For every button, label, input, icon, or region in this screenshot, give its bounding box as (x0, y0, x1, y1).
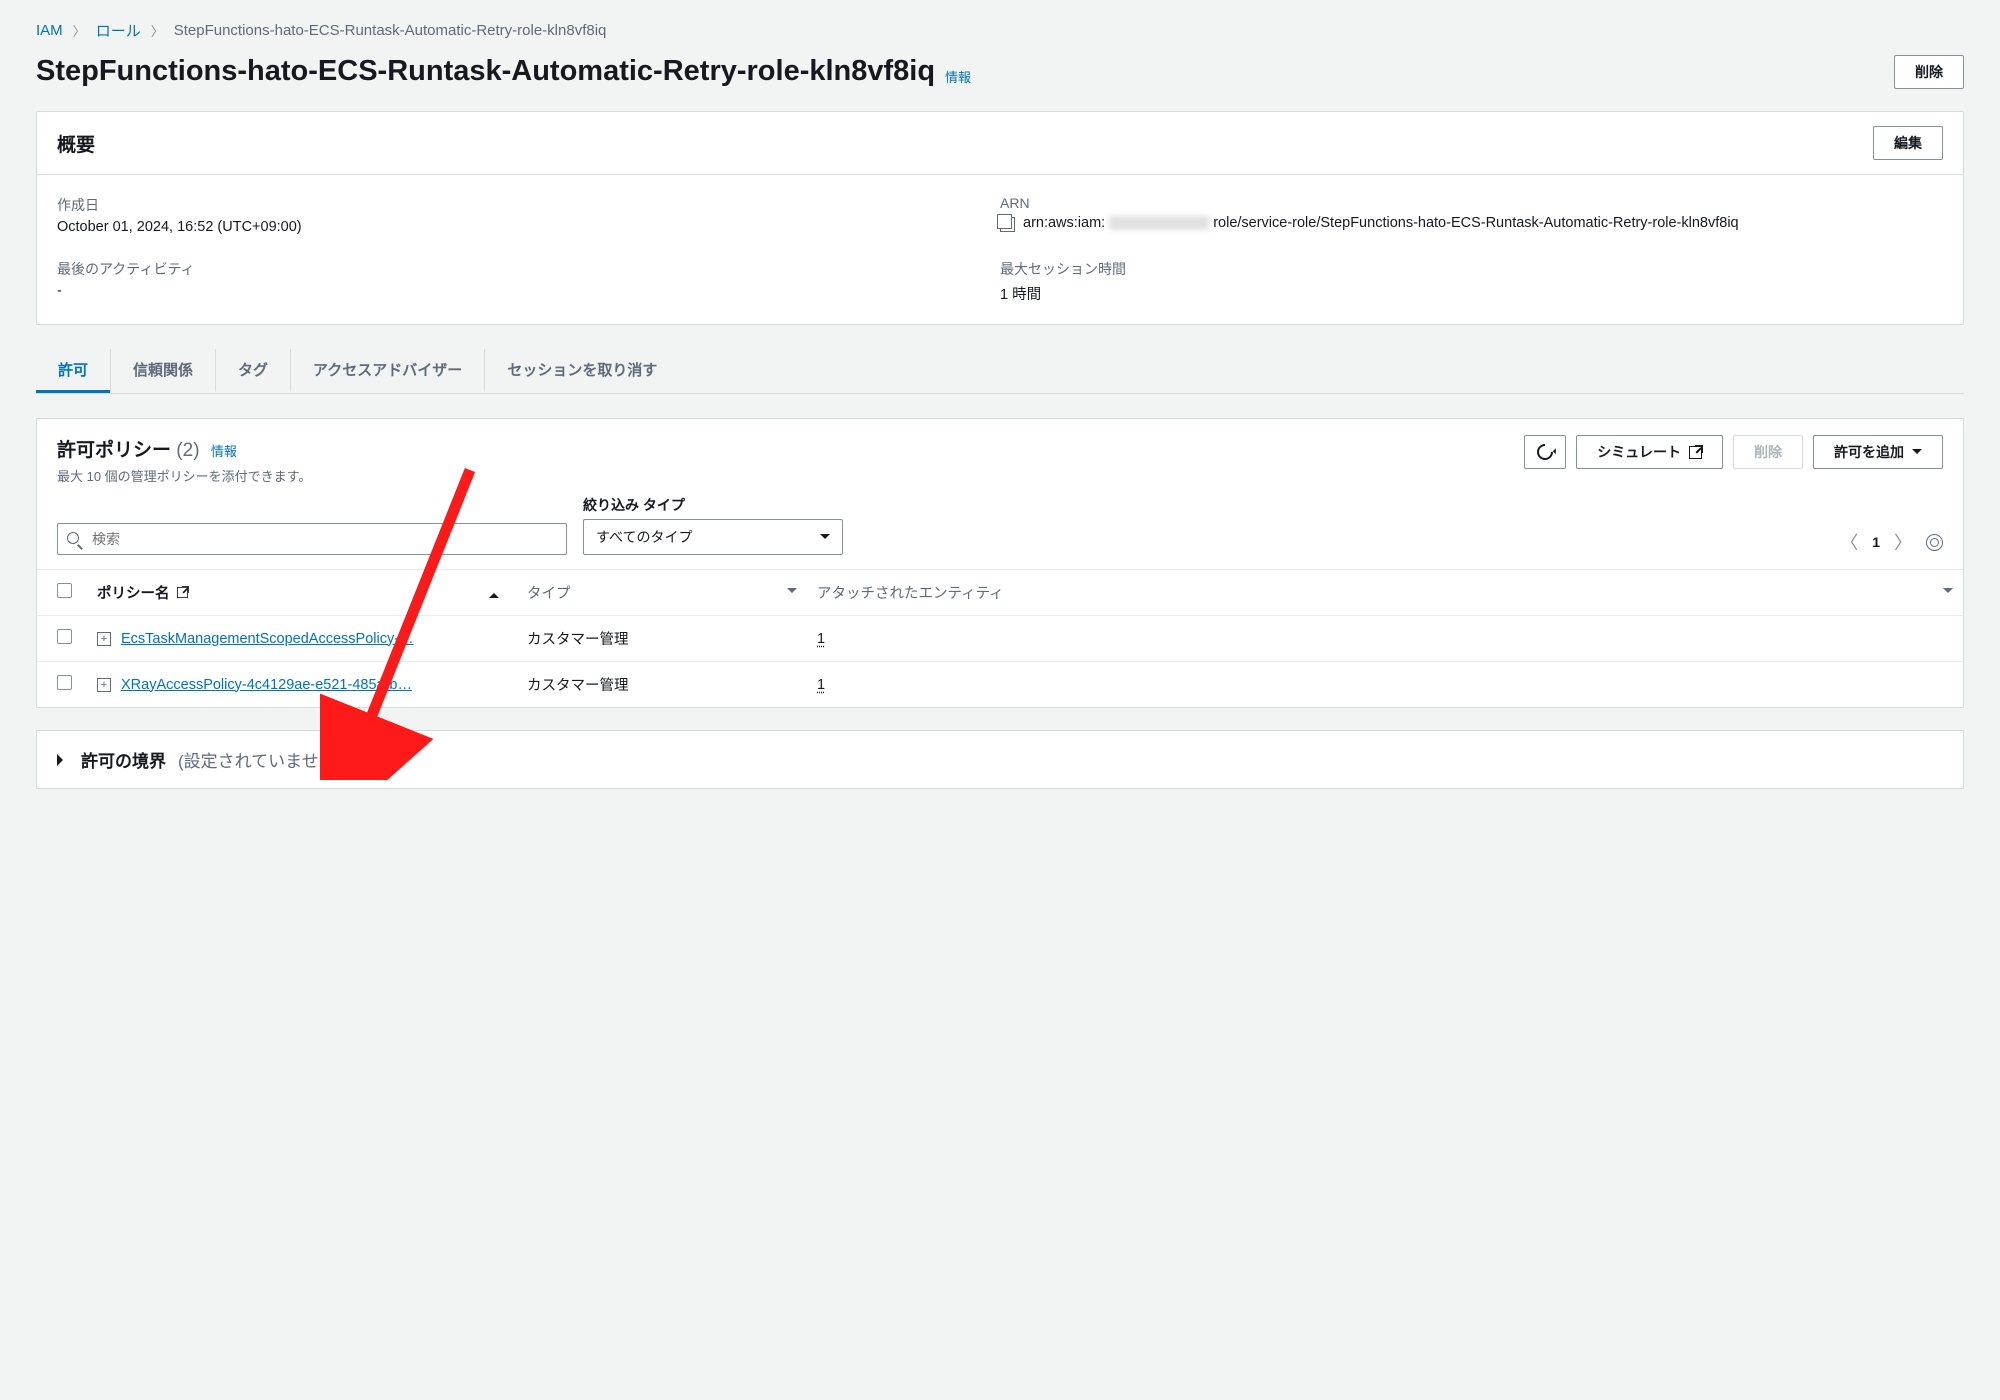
select-all-checkbox[interactable] (57, 583, 72, 598)
copy-icon[interactable] (1000, 217, 1015, 232)
arn-label: ARN (1000, 195, 1943, 211)
chevron-down-icon (1912, 449, 1922, 459)
expand-icon[interactable]: + (97, 632, 111, 646)
created-label: 作成日 (57, 195, 1000, 215)
policy-type: カスタマー管理 (517, 662, 807, 708)
add-permission-button[interactable]: 許可を追加 (1813, 435, 1943, 469)
policies-table: ポリシー名 タイプ アタッチされたエンティティ (37, 569, 1963, 707)
policy-link[interactable]: EcsTaskManagementScopedAccessPolicy-… (121, 631, 414, 647)
tab-access-advisor[interactable]: アクセスアドバイザー (290, 349, 484, 393)
breadcrumb: IAM 〉 ロール 〉 StepFunctions-hato-ECS-Runta… (36, 20, 1964, 41)
row-checkbox[interactable] (57, 629, 72, 644)
summary-panel: 概要 編集 作成日 October 01, 2024, 16:52 (UTC+0… (36, 111, 1964, 325)
breadcrumb-current: StepFunctions-hato-ECS-Runtask-Automatic… (174, 22, 607, 39)
tab-permissions[interactable]: 許可 (36, 349, 110, 393)
tab-revoke-sessions[interactable]: セッションを取り消す (484, 349, 679, 393)
chevron-down-icon (820, 534, 830, 544)
policy-search-input[interactable] (57, 523, 567, 555)
policies-subtitle: 最大 10 個の管理ポリシーを添付できます。 (57, 466, 311, 485)
policies-heading: 許可ポリシー (57, 440, 171, 461)
last-activity-label: 最後のアクティビティ (57, 259, 1000, 279)
delete-role-button[interactable]: 削除 (1894, 55, 1964, 89)
chevron-down-icon (1943, 588, 1953, 598)
table-row: + EcsTaskManagementScopedAccessPolicy-… カ… (37, 616, 1963, 662)
refresh-icon (1534, 441, 1557, 464)
max-session-value: 1 時間 (1000, 283, 1943, 304)
refresh-button[interactable] (1524, 435, 1566, 469)
page-title: StepFunctions-hato-ECS-Runtask-Automatic… (36, 55, 935, 87)
info-link[interactable]: 情報 (945, 70, 971, 85)
caret-right-icon (57, 754, 69, 766)
breadcrumb-roles[interactable]: ロール (96, 20, 141, 41)
page-number: 1 (1872, 534, 1880, 550)
simulate-button[interactable]: シミュレート (1576, 435, 1723, 469)
last-activity-value: - (57, 283, 1000, 299)
breadcrumb-iam[interactable]: IAM (36, 22, 63, 39)
sort-asc-icon (489, 588, 499, 598)
chevron-right-icon: 〉 (151, 21, 164, 40)
chevron-down-icon (787, 588, 797, 598)
redacted-account (1109, 216, 1209, 230)
summary-heading: 概要 (57, 130, 95, 157)
policy-link[interactable]: XRayAccessPolicy-4c4129ae-e521-485a-b… (121, 677, 412, 693)
arn-value: arn:aws:iam:role/service-role/StepFuncti… (1023, 215, 1739, 231)
boundary-title: 許可の境界 (81, 747, 166, 772)
row-checkbox[interactable] (57, 675, 72, 690)
external-link-icon (176, 587, 187, 598)
policies-info-link[interactable]: 情報 (211, 444, 237, 459)
created-value: October 01, 2024, 16:52 (UTC+09:00) (57, 219, 1000, 235)
permission-boundary-panel[interactable]: 許可の境界 (設定されていません) (36, 730, 1964, 789)
col-policy-name[interactable]: ポリシー名 (97, 582, 170, 603)
page-next[interactable]: 〉 (1894, 529, 1912, 555)
tab-trust[interactable]: 信頼関係 (110, 349, 215, 393)
page-prev[interactable]: 〈 (1840, 529, 1858, 555)
settings-icon[interactable] (1926, 534, 1943, 551)
table-row: +XRayAccessPolicy-4c4129ae-e521-485a-b… … (37, 662, 1963, 708)
expand-icon[interactable]: + (97, 678, 111, 692)
search-icon (67, 532, 81, 546)
policies-panel: 許可ポリシー (2) 情報 最大 10 個の管理ポリシーを添付できます。 シミュ… (36, 418, 1964, 708)
chevron-right-icon: 〉 (73, 21, 86, 40)
attached-count[interactable]: 1 (817, 677, 825, 693)
edit-button[interactable]: 編集 (1873, 126, 1943, 160)
tab-tags[interactable]: タグ (215, 349, 290, 393)
policies-count: (2) (176, 440, 199, 461)
col-attached[interactable]: アタッチされたエンティティ (817, 582, 1004, 603)
filter-type-label: 絞り込み タイプ (583, 495, 843, 515)
attached-count[interactable]: 1 (817, 631, 825, 647)
boundary-status: (設定されていません) (178, 747, 341, 772)
external-link-icon (1689, 446, 1702, 459)
delete-policy-button: 削除 (1733, 435, 1803, 469)
col-type[interactable]: タイプ (527, 582, 571, 603)
tabs: 許可 信頼関係 タグ アクセスアドバイザー セッションを取り消す (36, 349, 1964, 394)
policy-type: カスタマー管理 (517, 616, 807, 662)
max-session-label: 最大セッション時間 (1000, 259, 1943, 279)
filter-type-select[interactable]: すべてのタイプ (583, 519, 843, 555)
